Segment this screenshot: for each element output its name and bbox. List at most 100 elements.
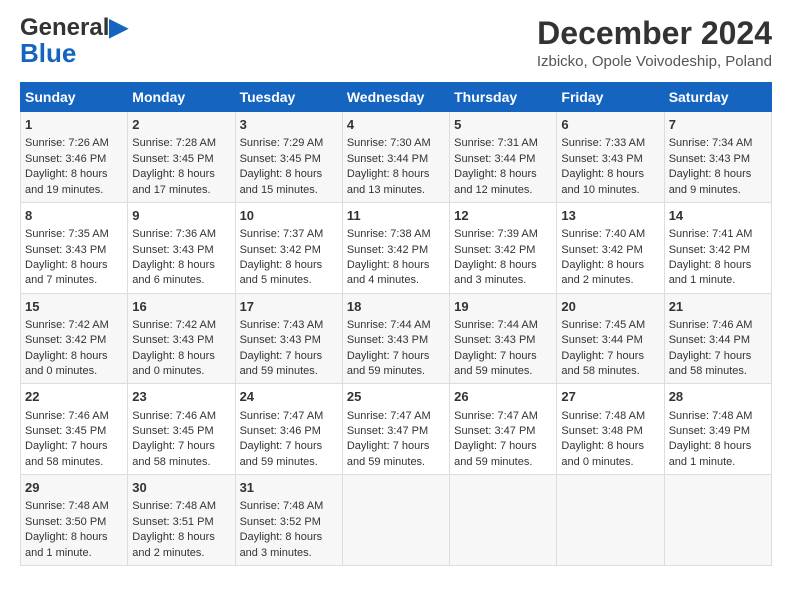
day-info-line: Daylight: 8 hours (347, 167, 445, 182)
day-info-line: and 1 minute. (669, 273, 767, 288)
day-info-line: Sunrise: 7:26 AM (25, 136, 123, 151)
day-number: 5 (454, 116, 552, 134)
day-info-line: Daylight: 8 hours (132, 349, 230, 364)
day-info-line: Daylight: 8 hours (132, 167, 230, 182)
day-info-line: Sunset: 3:50 PM (25, 515, 123, 530)
day-info-line: Daylight: 8 hours (669, 439, 767, 454)
day-number: 17 (240, 298, 338, 316)
day-number: 21 (669, 298, 767, 316)
day-info-line: Sunrise: 7:41 AM (669, 227, 767, 242)
day-info-line: and 58 minutes. (669, 364, 767, 379)
day-info-line: Sunrise: 7:43 AM (240, 318, 338, 333)
day-number: 1 (25, 116, 123, 134)
day-info-line: and 3 minutes. (454, 273, 552, 288)
day-number: 30 (132, 479, 230, 497)
day-info-line: Daylight: 7 hours (347, 439, 445, 454)
week-row-1: 1Sunrise: 7:26 AMSunset: 3:46 PMDaylight… (21, 112, 772, 203)
day-info-line: Sunrise: 7:44 AM (347, 318, 445, 333)
day-info-line: and 58 minutes. (132, 455, 230, 470)
day-cell: 9Sunrise: 7:36 AMSunset: 3:43 PMDaylight… (128, 202, 235, 293)
day-number: 23 (132, 388, 230, 406)
day-info-line: Daylight: 7 hours (347, 349, 445, 364)
day-info-line: and 2 minutes. (561, 273, 659, 288)
day-info-line: and 2 minutes. (132, 546, 230, 561)
day-info-line: Daylight: 7 hours (240, 439, 338, 454)
day-info-line: and 58 minutes. (561, 364, 659, 379)
day-info-line: Sunset: 3:43 PM (454, 333, 552, 348)
week-row-3: 15Sunrise: 7:42 AMSunset: 3:42 PMDayligh… (21, 293, 772, 384)
logo: General▶ Blue (20, 16, 128, 67)
day-cell: 21Sunrise: 7:46 AMSunset: 3:44 PMDayligh… (664, 293, 771, 384)
day-number: 13 (561, 207, 659, 225)
day-info-line: Sunset: 3:47 PM (454, 424, 552, 439)
day-info-line: Sunset: 3:52 PM (240, 515, 338, 530)
header-cell-monday: Monday (128, 83, 235, 112)
day-info-line: and 58 minutes. (25, 455, 123, 470)
day-info-line: Sunset: 3:43 PM (669, 152, 767, 167)
day-info-line: Sunrise: 7:48 AM (25, 499, 123, 514)
day-cell: 26Sunrise: 7:47 AMSunset: 3:47 PMDayligh… (450, 384, 557, 475)
day-number: 9 (132, 207, 230, 225)
header-row: SundayMondayTuesdayWednesdayThursdayFrid… (21, 83, 772, 112)
day-cell: 17Sunrise: 7:43 AMSunset: 3:43 PMDayligh… (235, 293, 342, 384)
day-info-line: and 17 minutes. (132, 183, 230, 198)
day-info-line: Sunset: 3:44 PM (561, 333, 659, 348)
header-cell-wednesday: Wednesday (342, 83, 449, 112)
day-number: 2 (132, 116, 230, 134)
day-number: 14 (669, 207, 767, 225)
day-number: 24 (240, 388, 338, 406)
day-info-line: Sunrise: 7:28 AM (132, 136, 230, 151)
day-info-line: Daylight: 7 hours (25, 439, 123, 454)
day-info-line: Daylight: 8 hours (240, 167, 338, 182)
day-info-line: and 0 minutes. (561, 455, 659, 470)
day-number: 22 (25, 388, 123, 406)
day-info-line: and 59 minutes. (347, 364, 445, 379)
day-info-line: Sunrise: 7:35 AM (25, 227, 123, 242)
day-info-line: Daylight: 7 hours (454, 439, 552, 454)
day-info-line: Sunrise: 7:48 AM (561, 409, 659, 424)
day-cell: 2 Sunrise: 7:28 AMSunset: 3:45 PMDaylight… (128, 112, 235, 203)
day-number: 15 (25, 298, 123, 316)
day-cell: 20Sunrise: 7:45 AMSunset: 3:44 PMDayligh… (557, 293, 664, 384)
day-cell: 16Sunrise: 7:42 AMSunset: 3:43 PMDayligh… (128, 293, 235, 384)
day-info-line: Daylight: 8 hours (561, 439, 659, 454)
day-info-line: and 59 minutes. (347, 455, 445, 470)
day-info-line: and 0 minutes. (25, 364, 123, 379)
day-info-line: Sunrise: 7:47 AM (240, 409, 338, 424)
day-number: 16 (132, 298, 230, 316)
day-info-line: Sunrise: 7:47 AM (347, 409, 445, 424)
day-info-line: Sunset: 3:44 PM (669, 333, 767, 348)
day-number: 20 (561, 298, 659, 316)
day-info-line: and 5 minutes. (240, 273, 338, 288)
day-info-line: Sunset: 3:45 PM (132, 152, 230, 167)
day-info-line: and 13 minutes. (347, 183, 445, 198)
day-info-line: Daylight: 8 hours (25, 530, 123, 545)
day-number: 29 (25, 479, 123, 497)
header-area: General▶ Blue December 2024 Izbicko, Opo… (20, 16, 772, 70)
day-info-line: Sunset: 3:46 PM (25, 152, 123, 167)
day-cell: 25Sunrise: 7:47 AMSunset: 3:47 PMDayligh… (342, 384, 449, 475)
day-info-line: Daylight: 8 hours (347, 258, 445, 273)
day-info-line: Sunrise: 7:48 AM (132, 499, 230, 514)
day-info-line: and 4 minutes. (347, 273, 445, 288)
day-cell: 5Sunrise: 7:31 AMSunset: 3:44 PMDaylight… (450, 112, 557, 203)
header-cell-saturday: Saturday (664, 83, 771, 112)
day-info-line: Sunrise: 7:38 AM (347, 227, 445, 242)
day-info-line: Sunrise: 7:39 AM (454, 227, 552, 242)
day-cell: 6Sunrise: 7:33 AMSunset: 3:43 PMDaylight… (557, 112, 664, 203)
day-info-line: Daylight: 8 hours (669, 258, 767, 273)
day-info-line: Sunset: 3:42 PM (347, 243, 445, 258)
day-info-line: Sunrise: 7:37 AM (240, 227, 338, 242)
day-cell: 29 Sunrise: 7:48 AMSunset: 3:50 PMDayligh… (21, 475, 128, 566)
day-info-line: Sunset: 3:42 PM (561, 243, 659, 258)
day-info-line: Sunset: 3:43 PM (132, 243, 230, 258)
day-cell: 31Sunrise: 7:48 AMSunset: 3:52 PMDayligh… (235, 475, 342, 566)
week-row-2: 8Sunrise: 7:35 AMSunset: 3:43 PMDaylight… (21, 202, 772, 293)
day-info-line: Sunrise: 7:48 AM (240, 499, 338, 514)
day-cell: 11Sunrise: 7:38 AMSunset: 3:42 PMDayligh… (342, 202, 449, 293)
day-info-line: and 59 minutes. (240, 455, 338, 470)
main-title: December 2024 (537, 16, 772, 51)
day-info-line: Daylight: 8 hours (454, 258, 552, 273)
day-info-line: Sunrise: 7:40 AM (561, 227, 659, 242)
day-info-line: Daylight: 8 hours (25, 167, 123, 182)
